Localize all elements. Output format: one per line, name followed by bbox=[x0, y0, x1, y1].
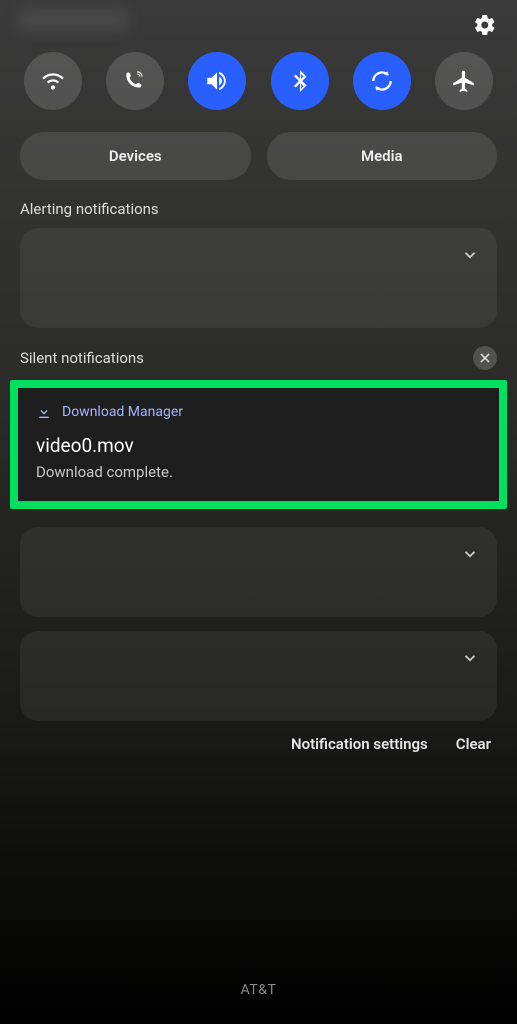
airplane-icon bbox=[451, 68, 477, 94]
clear-all-button[interactable]: Clear bbox=[456, 735, 491, 753]
bluetooth-icon bbox=[287, 68, 313, 94]
silent-notification-card-1[interactable] bbox=[20, 527, 497, 617]
silent-notification-card-2[interactable] bbox=[20, 631, 497, 721]
wifi-toggle[interactable] bbox=[24, 52, 82, 110]
highlighted-notification-wrapper: Download Manager video0.mov Download com… bbox=[10, 380, 507, 509]
wifi-calling-icon bbox=[122, 68, 148, 94]
sound-icon bbox=[204, 68, 230, 94]
carrier-label: AT&T bbox=[0, 982, 517, 998]
airplane-toggle[interactable] bbox=[435, 52, 493, 110]
wifi-icon bbox=[40, 68, 66, 94]
download-icon bbox=[36, 404, 52, 420]
chevron-down-icon[interactable] bbox=[461, 246, 479, 268]
dismiss-silent-icon[interactable] bbox=[473, 346, 497, 370]
sound-toggle[interactable] bbox=[188, 52, 246, 110]
bluetooth-toggle[interactable] bbox=[271, 52, 329, 110]
wifi-calling-toggle[interactable] bbox=[106, 52, 164, 110]
settings-gear-icon[interactable] bbox=[473, 13, 497, 37]
devices-button[interactable]: Devices bbox=[20, 132, 251, 180]
alerting-notification-card[interactable] bbox=[20, 228, 497, 328]
download-title: video0.mov bbox=[36, 434, 481, 457]
download-subtitle: Download complete. bbox=[36, 463, 481, 481]
date-time-blurred bbox=[18, 8, 128, 32]
silent-section-label: Silent notifications bbox=[20, 349, 144, 367]
download-notification-card[interactable]: Download Manager video0.mov Download com… bbox=[18, 388, 499, 501]
download-app-name: Download Manager bbox=[62, 404, 183, 420]
chevron-down-icon[interactable] bbox=[461, 649, 479, 671]
notification-settings-link[interactable]: Notification settings bbox=[291, 735, 428, 753]
chevron-down-icon[interactable] bbox=[461, 545, 479, 567]
media-button[interactable]: Media bbox=[267, 132, 498, 180]
auto-rotate-toggle[interactable] bbox=[353, 52, 411, 110]
alerting-section-label: Alerting notifications bbox=[20, 200, 497, 218]
quick-toggles-row bbox=[20, 52, 497, 110]
auto-rotate-icon bbox=[369, 68, 395, 94]
